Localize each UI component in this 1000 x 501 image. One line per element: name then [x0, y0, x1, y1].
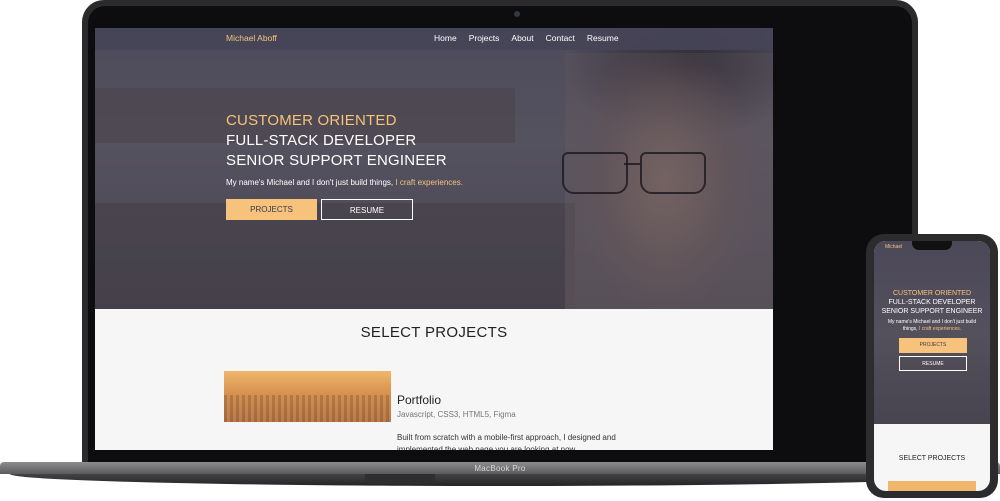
nav-links: Home Projects About Contact Resume [434, 33, 619, 43]
hero-heading-line3: SENIOR SUPPORT ENGINEER [226, 152, 447, 169]
device-label: MacBook Pro [474, 464, 526, 473]
portrait-glasses-left [562, 152, 628, 194]
phone-section-title-projects: SELECT PROJECTS [898, 455, 966, 462]
resume-button[interactable]: RESUME [321, 199, 413, 220]
project-thumbnail-texture [224, 395, 391, 422]
phone-hero-heading-line2: FULL-STACK DEVELOPER [888, 299, 976, 306]
project-title[interactable]: Portfolio [397, 393, 441, 407]
hero-heading-line1: CUSTOMER ORIENTED [226, 112, 397, 129]
portrait-glasses-right [640, 152, 706, 194]
nav-link-about[interactable]: About [511, 33, 533, 43]
hero-section: Michael Aboff Home Projects About Contac… [95, 28, 773, 309]
hero-tagline-text: My name's Michael and I don't just build… [226, 178, 394, 187]
nav-link-contact[interactable]: Contact [546, 33, 575, 43]
project-description: Built from scratch with a mobile-first a… [397, 433, 616, 450]
hero-tagline-highlight: I craft experiences. [395, 178, 463, 187]
hero-heading-line2: FULL-STACK DEVELOPER [226, 132, 417, 149]
hero-tagline: My name's Michael and I don't just build… [226, 178, 463, 187]
nav-link-resume[interactable]: Resume [587, 33, 619, 43]
phone-brand-logo[interactable]: Michael [885, 244, 902, 250]
laptop-opening-notch [365, 474, 435, 484]
camera-icon [514, 11, 520, 17]
phone-hero-heading-line1: CUSTOMER ORIENTED [892, 290, 972, 297]
phone-hero-tagline-highlight: I craft experiences. [918, 326, 962, 332]
phone-notch [912, 241, 952, 250]
phone-hero-heading-line3: SENIOR SUPPORT ENGINEER [881, 308, 983, 315]
nav-link-projects[interactable]: Projects [469, 33, 500, 43]
phone-screen: Michael CUSTOMER ORIENTED FULL-STACK DEV… [874, 241, 990, 491]
project-thumbnail[interactable] [224, 371, 391, 422]
nav-link-home[interactable]: Home [434, 33, 457, 43]
brand-logo[interactable]: Michael Aboff [226, 33, 277, 43]
projects-button[interactable]: PROJECTS [226, 199, 317, 220]
navbar: Michael Aboff Home Projects About Contac… [95, 28, 773, 50]
laptop-base-bottom [10, 474, 990, 486]
phone-resume-button[interactable]: RESUME [899, 356, 967, 371]
laptop-screen: Michael Aboff Home Projects About Contac… [95, 28, 773, 450]
section-title-projects: SELECT PROJECTS [360, 324, 508, 341]
phone-projects-button[interactable]: PROJECTS [899, 338, 967, 353]
phone-hero-tagline: My name's Michael and I don't just build… [884, 319, 980, 333]
phone-project-thumbnail[interactable] [888, 481, 976, 491]
project-tech-stack: Javascript, CSS3, HTML5, Figma [397, 410, 516, 419]
portrait-glasses-bridge [624, 163, 640, 165]
